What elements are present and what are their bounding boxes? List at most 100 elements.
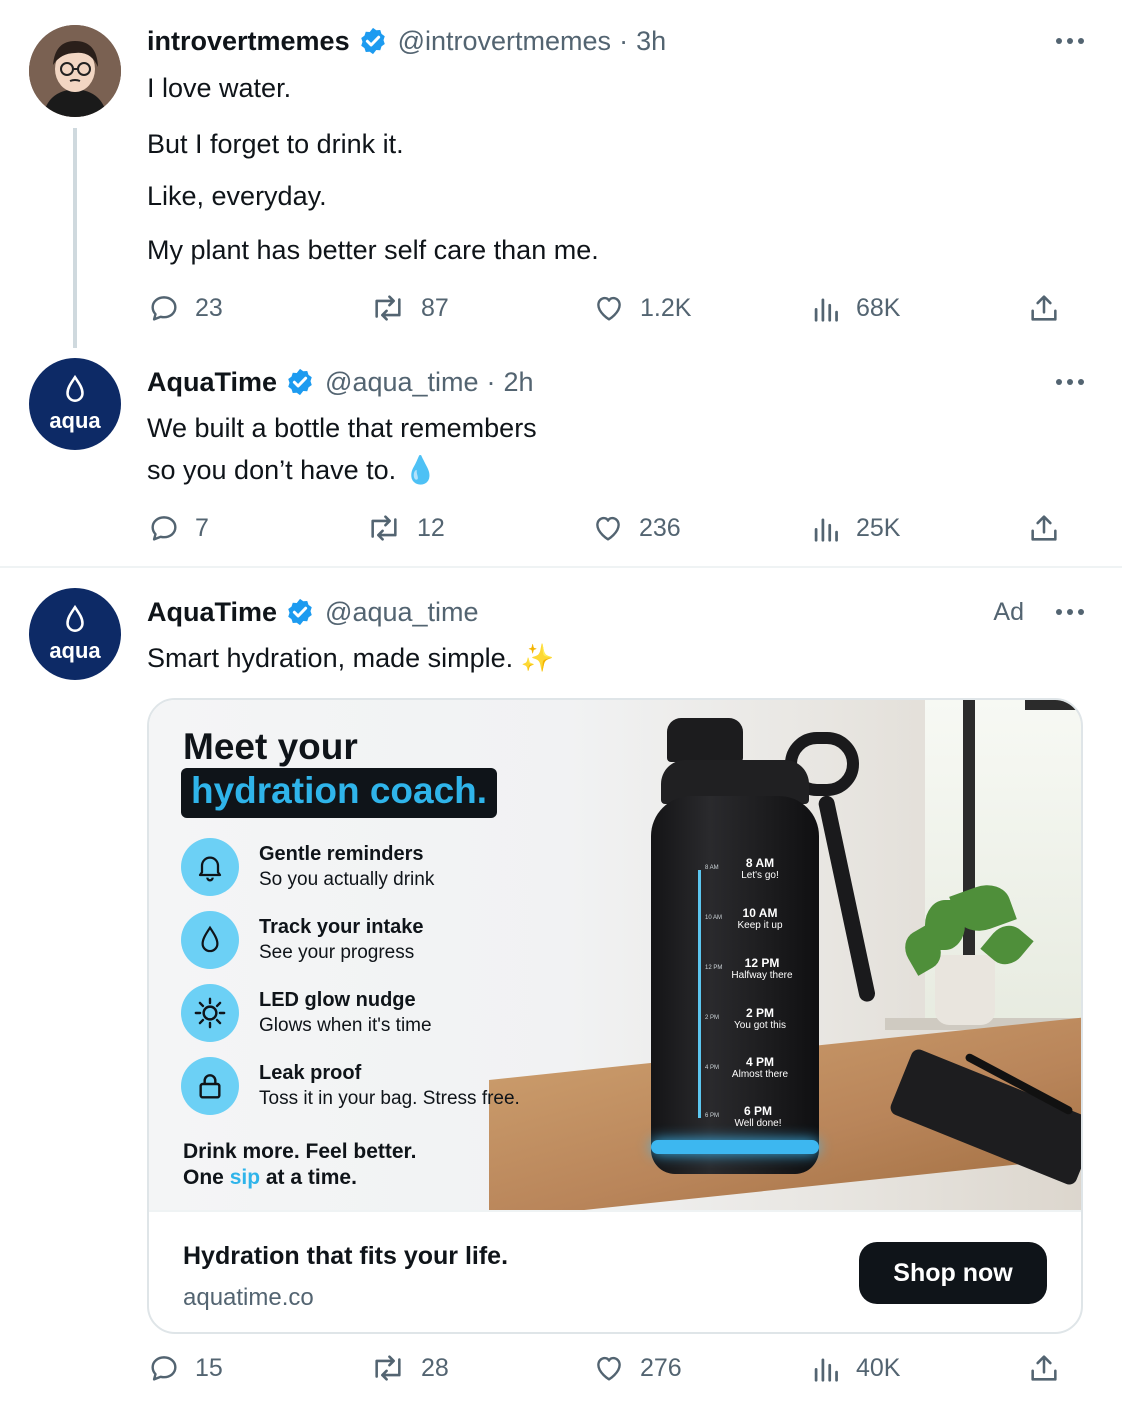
views-button[interactable]: 68K: [812, 288, 900, 328]
display-name[interactable]: AquaTime: [147, 597, 277, 628]
tagline-highlight: sip: [229, 1166, 261, 1189]
droplet-icon: [66, 374, 84, 402]
analytics-icon: [814, 518, 838, 542]
ad-card[interactable]: 8 AM 10 AM 12 PM 2 PM 4 PM 6 PM 8 AM Let…: [147, 698, 1083, 1334]
like-button[interactable]: 276: [592, 1348, 682, 1388]
feature-item: LED glow nudge Glows when it's time: [181, 984, 432, 1042]
views-button[interactable]: 40K: [812, 1348, 900, 1388]
retweet-icon: [375, 1355, 401, 1381]
tweet-text-line: We built a bottle that remembers: [147, 413, 537, 443]
tweet-introvertmemes[interactable]: introvertmemes @introvertmemes · 3h I lo…: [0, 0, 1122, 348]
view-count: 40K: [856, 1353, 901, 1382]
feature-title: Track your intake: [259, 916, 424, 938]
views-button[interactable]: 25K: [812, 508, 900, 548]
share-button[interactable]: [1027, 288, 1061, 328]
timestamp[interactable]: 2h: [504, 367, 534, 398]
separator-dot: ·: [619, 25, 629, 56]
bottle-time: 2 PM: [745, 1006, 774, 1020]
avatar[interactable]: aqua: [29, 358, 121, 450]
reply-button[interactable]: 7: [147, 508, 209, 548]
bottle-small-label: 4 PM: [705, 1065, 720, 1071]
handle[interactable]: @aqua_time: [325, 367, 479, 398]
heart-icon: [596, 516, 620, 541]
feature-subtitle: So you actually drink: [259, 869, 435, 890]
tweet-actions: 23 87 1.2K 68K: [147, 288, 1067, 328]
bottle-time: 4 PM: [745, 1055, 774, 1069]
reply-icon: [151, 516, 177, 541]
tweet-actions: 7 12 236 25K: [147, 508, 1067, 548]
ad-card-title[interactable]: Hydration that fits your life.: [183, 1242, 508, 1271]
display-name[interactable]: introvertmemes: [147, 26, 350, 57]
bottle-small-label: 12 PM: [705, 965, 723, 971]
retweet-count: 12: [417, 513, 445, 542]
tweet-aquatime-reply[interactable]: aqua AquaTime @aqua_time · 2h We built a…: [0, 348, 1122, 566]
feature-subtitle: See your progress: [259, 942, 415, 963]
reply-count: 23: [195, 293, 223, 322]
tweet-actions: 15 28 276 40K: [147, 1348, 1067, 1388]
sparkles-emoji: ✨: [520, 643, 555, 673]
like-button[interactable]: 236: [591, 508, 681, 548]
feature-title: Gentle reminders: [259, 843, 424, 865]
tweet-text-line: Like, everyday.: [147, 181, 327, 211]
shop-now-button[interactable]: Shop now: [859, 1242, 1047, 1304]
separator-dot: ·: [486, 366, 496, 397]
more-options-icon[interactable]: [1056, 21, 1084, 61]
share-button[interactable]: [1027, 508, 1061, 548]
tagline-text: One: [183, 1166, 224, 1189]
feature-subtitle: Toss it in your bag. Stress free.: [259, 1088, 520, 1109]
bottle-note: Well done!: [734, 1118, 782, 1129]
bottle-time-mark: 10 AM Keep it up: [725, 906, 795, 931]
bottle-small-label: 8 AM: [705, 865, 719, 871]
bottle-small-label: 6 PM: [705, 1113, 720, 1119]
handle[interactable]: @introvertmemes: [398, 26, 611, 57]
bell-icon: [181, 838, 239, 896]
ad-card-domain[interactable]: aquatime.co: [183, 1284, 314, 1312]
share-button[interactable]: [1027, 1348, 1061, 1388]
bottle-led-glow: [651, 1140, 819, 1154]
handle[interactable]: @aqua_time: [325, 597, 479, 628]
heart-icon: [597, 1356, 621, 1381]
bottle-time-mark: 12 PM Halfway there: [725, 956, 799, 981]
tweet-text-line: My plant has better self care than me.: [147, 235, 599, 265]
retweet-button[interactable]: 87: [369, 288, 449, 328]
feature-subtitle: Glows when it's time: [259, 1015, 432, 1036]
avatar-illustration: [29, 25, 121, 117]
ad-headline: Meet your: [183, 726, 358, 767]
droplet-icon: [66, 604, 84, 632]
more-options-icon[interactable]: [1056, 362, 1084, 402]
retweet-icon: [371, 515, 397, 541]
heart-icon: [597, 296, 621, 321]
display-name[interactable]: AquaTime: [147, 367, 277, 398]
bottle-time: 10 AM: [742, 906, 778, 920]
timestamp[interactable]: 3h: [636, 26, 666, 57]
avatar-brand-text: aqua: [49, 638, 101, 663]
bottle-strap: [817, 794, 877, 1004]
bottle-time-mark: 2 PM You got this: [725, 1006, 795, 1031]
ad-card-footer[interactable]: Hydration that fits your life. aquatime.…: [149, 1210, 1081, 1332]
ad-tagline: One sip at a time.: [183, 1166, 357, 1190]
water-drop-emoji: 💧: [403, 455, 438, 485]
lock-icon: [181, 1057, 239, 1115]
view-count: 68K: [856, 293, 901, 322]
bottle-time: 12 PM: [744, 956, 780, 970]
avatar[interactable]: [29, 25, 121, 117]
tweet-text: so you don’t have to.: [147, 455, 397, 485]
tweet-text-line: I love water.: [147, 73, 292, 103]
feature-item: Leak proof Toss it in your bag. Stress f…: [181, 1057, 520, 1115]
bottle-cap: [667, 718, 743, 762]
bottle-time: 8 AM: [745, 856, 775, 870]
reply-button[interactable]: 23: [147, 288, 223, 328]
ad-image[interactable]: 8 AM 10 AM 12 PM 2 PM 4 PM 6 PM 8 AM Let…: [149, 700, 1081, 1210]
feature-title: LED glow nudge: [259, 989, 416, 1011]
avatar[interactable]: aqua: [29, 588, 121, 680]
reply-button[interactable]: 15: [147, 1348, 223, 1388]
like-button[interactable]: 1.2K: [592, 288, 691, 328]
retweet-count: 28: [421, 1353, 449, 1382]
bottle-time-scale: [698, 870, 701, 1118]
bottle-note: Almost there: [731, 1069, 789, 1080]
bottle-time-mark: 6 PM Well done!: [725, 1104, 791, 1129]
more-options-icon[interactable]: [1056, 592, 1084, 632]
retweet-button[interactable]: 12: [365, 508, 445, 548]
tweet-text-line: Smart hydration, made simple. ✨: [147, 640, 554, 676]
retweet-button[interactable]: 28: [369, 1348, 449, 1388]
